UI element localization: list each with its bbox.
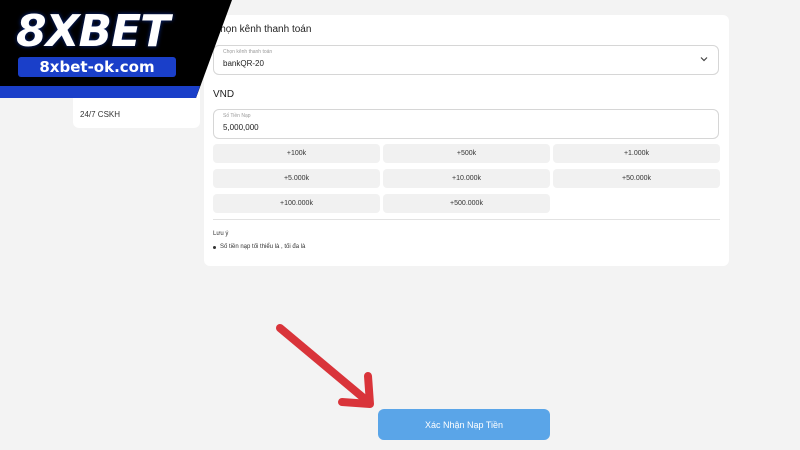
quick-amount-button[interactable]: +5.000k [213,169,380,188]
logo-wordmark: 8XBET [16,6,170,57]
amount-field-value[interactable]: 5,000,000 [223,123,259,132]
quick-amount-grid: +100k +500k +1.000k +5.000k +10.000k +50… [213,144,720,213]
confirm-deposit-button[interactable]: Xác Nhận Nạp Tiền [378,409,550,440]
quick-amount-button[interactable]: +10.000k [383,169,550,188]
logo-url-badge: 8xbet-ok.com [18,57,176,77]
quick-amount-button[interactable]: +1.000k [553,144,720,163]
quick-amount-button[interactable]: +100k [213,144,380,163]
amount-input[interactable]: Số Tiền Nạp 5,000,000 [213,109,719,139]
note-title: Lưu ý [213,231,229,237]
note-text: Số tiền nạp tối thiểu là , tối đa là [220,244,306,250]
chevron-down-icon[interactable] [699,54,709,64]
amount-field-label: Số Tiền Nạp [223,113,251,119]
brand-logo: 8XBET 8xbet-ok.com [0,0,232,98]
quick-amount-button[interactable]: +100.000k [213,194,380,213]
payment-channel-select[interactable]: Chọn kênh thanh toán bankQR-20 [213,45,719,75]
sidebar-item-support[interactable]: 24/7 CSKH [80,110,120,119]
deposit-screen: 24/7 CSKH Chọn kênh thanh toán Chọn kênh… [0,0,800,450]
quick-amount-button[interactable]: +50.000k [553,169,720,188]
quick-amount-button[interactable]: +500.000k [383,194,550,213]
red-arrow-icon [276,324,374,408]
bullet-icon [213,245,216,249]
quick-amount-button[interactable]: +500k [383,144,550,163]
deposit-form-card: Chọn kênh thanh toán Chọn kênh thanh toá… [204,15,729,266]
section-divider [213,219,720,220]
note-item: Số tiền nạp tối thiểu là , tối đa là [213,244,305,250]
